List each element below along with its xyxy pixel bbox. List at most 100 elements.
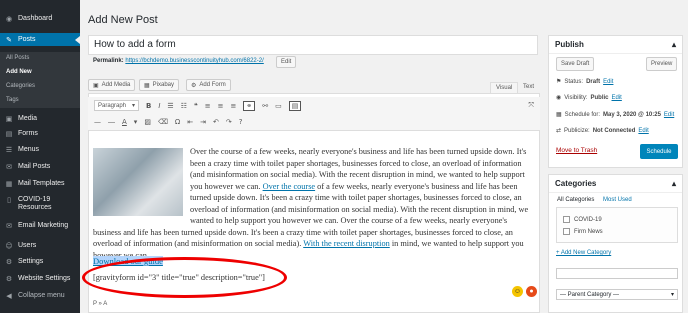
sidebar-item-media[interactable]: ▣ Media <box>0 112 80 125</box>
horizontal-line-icon[interactable]: ― <box>108 118 115 126</box>
chevron-down-icon: ▾ <box>131 103 135 109</box>
sidebar-item-users[interactable]: ☺ Users <box>0 239 80 252</box>
status-edit-link[interactable]: Edit <box>603 79 613 85</box>
parent-category-select[interactable]: — Parent Category — ▾ <box>556 289 678 300</box>
chevron-down-icon: ▾ <box>670 292 674 298</box>
align-center-icon[interactable]: ≡ <box>218 102 224 110</box>
users-icon: ☺ <box>5 241 13 250</box>
editor-toolbar-1: Paragraph ▾ B I ☰ ☷ ❝ ≡ ≡ ≡ ⚭ ⚯ ▭ ▤ ⤧ <box>88 97 540 114</box>
sidebar-item-covid-resources[interactable]: ▯ COVID-19 Resources <box>0 196 80 214</box>
submenu-add-new[interactable]: Add New <box>6 69 32 75</box>
add-media-button[interactable]: ▣ Add Media <box>88 79 136 91</box>
tab-text[interactable]: Text <box>518 82 539 93</box>
sidebar-item-menus[interactable]: ☰ Menus <box>0 143 80 156</box>
forms-icon: ▤ <box>5 129 13 138</box>
share-icon: ⇄ <box>556 128 562 134</box>
new-category-input[interactable] <box>556 268 678 279</box>
pin-icon: ✎ <box>6 35 12 44</box>
pixabay-button[interactable]: ▦ Pixabay <box>139 79 180 91</box>
help-icon[interactable]: ? <box>239 118 243 126</box>
align-left-icon[interactable]: ≡ <box>205 102 211 110</box>
publish-header[interactable]: Publish ▴ <box>549 36 682 54</box>
collapse-menu-button[interactable]: ◀ Collapse menu <box>0 289 80 302</box>
template-icon: ▦ <box>5 179 13 188</box>
undo-icon[interactable]: ↶ <box>213 118 219 126</box>
submenu-categories[interactable]: Categories <box>6 83 35 89</box>
paste-text-icon[interactable]: ▨ <box>144 118 151 126</box>
unlink-icon[interactable]: ⚯ <box>262 102 268 110</box>
strikethrough-icon[interactable]: — <box>94 118 101 126</box>
sidebar-item-posts[interactable]: ✎ Posts <box>0 33 80 46</box>
emoji-icon[interactable]: ☺ <box>512 286 523 297</box>
add-form-button[interactable]: ⚙ Add Form <box>186 79 231 91</box>
special-char-icon[interactable]: Ω <box>175 118 180 126</box>
bullet-list-icon[interactable]: ☰ <box>167 102 173 110</box>
format-select[interactable]: Paragraph ▾ <box>94 100 139 111</box>
schedule-button[interactable]: Schedule <box>640 144 678 159</box>
permalink-label: Permalink: <box>93 58 124 64</box>
chevron-up-icon: ▴ <box>671 179 676 188</box>
submenu-all-posts[interactable]: All Posts <box>6 55 29 61</box>
sidebar-item-website-settings[interactable]: ⚙ Website Settings <box>0 272 80 285</box>
editor-content[interactable]: Over the course of a few weeks, nearly e… <box>93 146 535 261</box>
sidebar-item-dashboard[interactable]: ◉ Dashboard <box>0 12 80 25</box>
admin-sidebar: ◉ Dashboard ✎ Posts All Posts Add New Cate… <box>0 0 80 313</box>
body-link[interactable]: With the recent disruption <box>303 239 390 248</box>
preview-button[interactable]: Preview <box>646 57 678 71</box>
dashboard-icon: ◉ <box>5 14 13 23</box>
permalink-link[interactable]: https://bchdemo.businesscontinuityhub.co… <box>125 58 263 64</box>
sidebar-item-email-marketing[interactable]: ✉ Email Marketing <box>0 219 80 232</box>
bold-icon[interactable]: B <box>146 102 151 110</box>
add-new-category-row: + Add New Category <box>556 250 611 256</box>
post-title-input[interactable]: How to add a form <box>88 35 538 55</box>
align-right-icon[interactable]: ≡ <box>231 102 237 110</box>
checkbox[interactable] <box>563 228 570 235</box>
clear-format-icon[interactable]: ⌫ <box>158 118 168 126</box>
body-link[interactable]: Over the course <box>263 182 316 191</box>
chevron-down-icon[interactable]: ▾ <box>134 118 138 126</box>
move-to-trash-link[interactable]: Move to Trash <box>556 147 597 154</box>
category-checkbox-covid[interactable]: COVID-19 <box>563 216 602 223</box>
schedule-row: ▦ Schedule for: May 3, 2020 @ 10:25 Edit <box>556 111 675 119</box>
add-new-category-link[interactable]: + Add New Category <box>556 250 611 256</box>
tab-visual[interactable]: Visual <box>490 82 519 93</box>
category-list <box>556 207 678 243</box>
tab-all-categories[interactable]: All Categories <box>557 197 594 203</box>
grammar-icon[interactable]: ● <box>526 286 537 297</box>
page-title: Add New Post <box>88 14 158 26</box>
redo-icon[interactable]: ↷ <box>226 118 232 126</box>
tab-most-used[interactable]: Most Used <box>603 197 632 203</box>
category-checkbox-firm-news[interactable]: Firm News <box>563 228 603 235</box>
blockquote-icon[interactable]: ❝ <box>194 102 198 110</box>
link-icon[interactable]: ⚭ <box>243 100 256 111</box>
post-image <box>93 148 183 216</box>
toolbar-toggle-icon[interactable]: ▤ <box>288 100 302 111</box>
sidebar-item-forms[interactable]: ▤ Forms <box>0 127 80 140</box>
italic-icon[interactable]: I <box>158 102 160 110</box>
visibility-edit-link[interactable]: Edit <box>612 95 622 101</box>
checkbox[interactable] <box>563 216 570 223</box>
outdent-icon[interactable]: ⇤ <box>187 118 193 126</box>
schedule-edit-link[interactable]: Edit <box>664 112 674 118</box>
fullscreen-icon[interactable]: ⤧ <box>528 101 534 110</box>
text-color-icon[interactable]: A <box>122 118 127 126</box>
indent-icon[interactable]: ⇥ <box>200 118 206 126</box>
eye-icon: ◉ <box>556 95 562 101</box>
read-more-icon[interactable]: ▭ <box>275 102 282 110</box>
website-settings-icon: ⚙ <box>5 274 13 283</box>
sidebar-item-mail-templates[interactable]: ▦ Mail Templates <box>0 177 80 190</box>
save-draft-button[interactable]: Save Draft <box>556 57 595 71</box>
publicize-edit-link[interactable]: Edit <box>638 128 648 134</box>
sidebar-item-mail-posts[interactable]: ✉ Mail Posts <box>0 160 80 173</box>
numbered-list-icon[interactable]: ☷ <box>181 102 187 110</box>
email-icon: ✉ <box>6 221 12 230</box>
element-path: P » A <box>93 301 108 307</box>
collapse-icon: ◀ <box>6 291 12 300</box>
submenu-tags[interactable]: Tags <box>6 97 19 103</box>
document-icon: ▯ <box>7 196 11 204</box>
categories-header[interactable]: Categories ▴ <box>549 175 682 193</box>
editor-toolbar-2: — ― A ▾ ▨ ⌫ Ω ⇤ ⇥ ↶ ↷ ? <box>88 114 540 131</box>
sidebar-item-settings[interactable]: ⚙ Settings <box>0 255 80 268</box>
calendar-icon: ▦ <box>556 112 562 118</box>
permalink-edit-button[interactable]: Edit <box>276 56 297 68</box>
